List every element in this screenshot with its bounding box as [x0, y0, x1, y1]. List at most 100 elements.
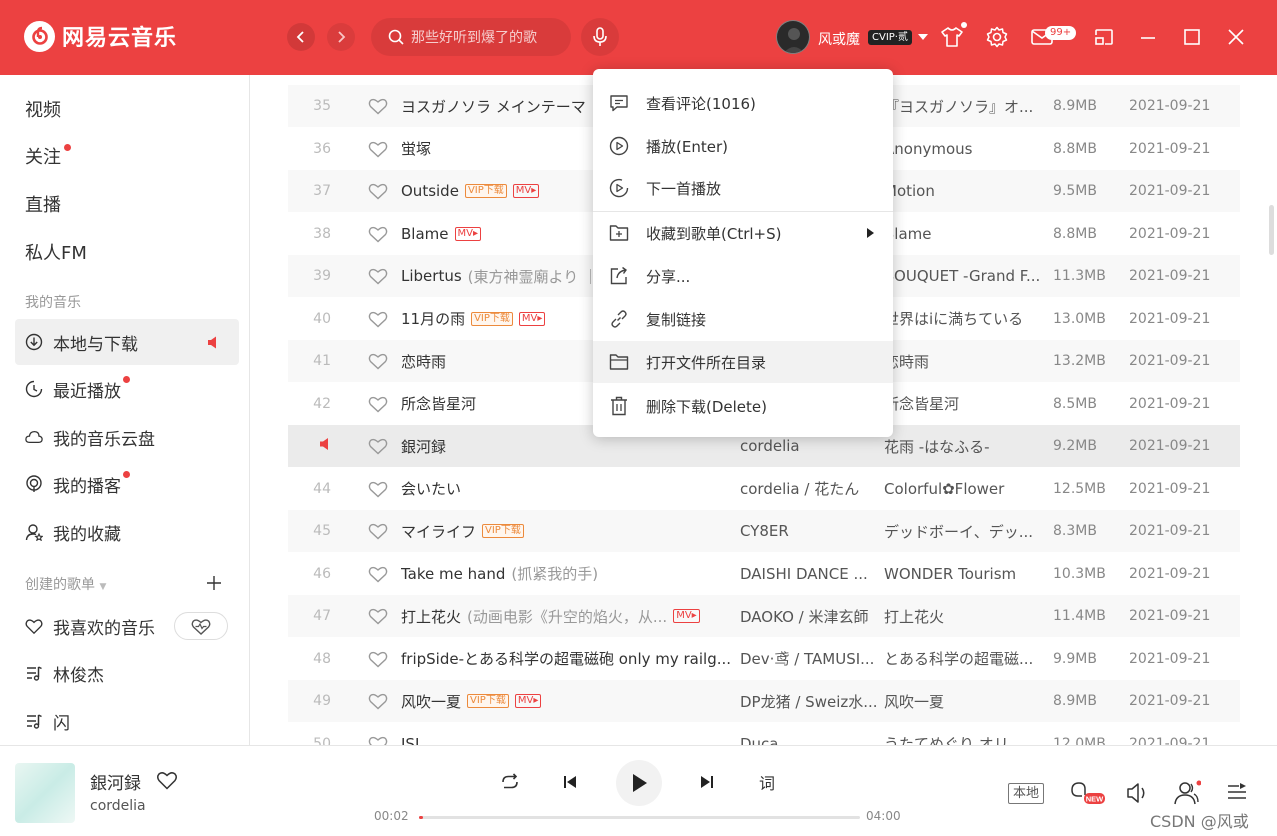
heart-icon[interactable]: [355, 225, 400, 243]
play-button[interactable]: [616, 760, 662, 806]
voice-search-button[interactable]: [581, 18, 619, 56]
sidebar-item-live[interactable]: 直播: [25, 191, 61, 217]
song-album[interactable]: とある科学の超電磁...: [884, 648, 1046, 669]
song-album[interactable]: BOUQUET -Grand F...: [884, 267, 1046, 285]
menu-item-collect[interactable]: 收藏到歌单(Ctrl+S): [593, 212, 893, 254]
scrollbar[interactable]: [1269, 205, 1274, 255]
heart-icon[interactable]: [355, 140, 400, 158]
song-artist[interactable]: cordelia: [740, 437, 878, 455]
heart-icon[interactable]: [355, 352, 400, 370]
heart-icon[interactable]: [355, 565, 400, 583]
song-album[interactable]: Anonymous: [884, 140, 1046, 158]
mv-tag[interactable]: MV▸: [518, 311, 546, 326]
song-album[interactable]: WONDER Tourism: [884, 565, 1046, 583]
mv-tag[interactable]: MV▸: [454, 226, 481, 241]
menu-item-open-folder[interactable]: 打开文件所在目录: [593, 341, 893, 383]
menu-item-copy-link[interactable]: 复制链接: [593, 298, 893, 340]
song-row[interactable]: 48 fripSide-とある科学の超電磁砲 only my railg... De…: [288, 638, 1240, 680]
heart-icon[interactable]: [355, 437, 400, 455]
heart-icon[interactable]: [355, 650, 400, 668]
song-album[interactable]: 恋時雨: [884, 351, 1046, 372]
user-avatar[interactable]: [776, 20, 810, 54]
volume-button[interactable]: [1126, 782, 1148, 808]
song-row[interactable]: 47 打上花火 (动画电影《升空的焰火，从... MV▸ DAOKO / 米津玄師 打上花…: [288, 595, 1240, 637]
progress-bar[interactable]: [419, 816, 860, 819]
previous-button[interactable]: [558, 770, 582, 794]
section-created-playlists[interactable]: 创建的歌单 ▼: [25, 574, 106, 594]
settings-button[interactable]: [985, 25, 1009, 49]
song-album[interactable]: Blame: [884, 225, 1046, 243]
skin-button[interactable]: [940, 22, 967, 49]
song-album[interactable]: 所念皆星河: [884, 393, 1046, 414]
song-row[interactable]: 45 マイライフ VIP下载 CY8ER デッドボーイ、デッ... 8.3MB 2021-0…: [288, 510, 1240, 552]
sidebar-item-cloud[interactable]: 我的音乐云盘: [15, 414, 239, 460]
playlist-item[interactable]: 林俊杰: [15, 650, 239, 696]
mv-tag[interactable]: MV▸: [514, 694, 542, 708]
forward-button[interactable]: [327, 23, 355, 51]
heart-icon[interactable]: [355, 97, 400, 115]
heart-icon[interactable]: [355, 480, 400, 498]
song-album[interactable]: 风吹一夏: [884, 691, 1046, 712]
song-row[interactable]: 49 风吹一夏 VIP下载 MV▸ DP龙猪 / Sweiz水... 风吹一夏 8.9MB 2…: [288, 680, 1240, 722]
heart-icon[interactable]: [355, 182, 400, 200]
listen-together-button[interactable]: [1173, 780, 1202, 810]
song-album[interactable]: 打上花火: [884, 606, 1046, 627]
like-button[interactable]: [156, 770, 178, 794]
song-album[interactable]: デッドボーイ、デッ...: [884, 521, 1046, 542]
sidebar-item-local-download[interactable]: 本地与下载: [15, 319, 239, 365]
heart-icon[interactable]: [355, 522, 400, 540]
vip-badge[interactable]: CVIP·贰: [868, 30, 912, 45]
menu-item-delete[interactable]: 删除下载(Delete): [593, 385, 893, 427]
close-button[interactable]: [1224, 25, 1248, 49]
add-playlist-button[interactable]: [206, 575, 222, 595]
menu-item-play[interactable]: 播放(Enter): [593, 125, 893, 167]
song-album[interactable]: Colorful✿Flower: [884, 480, 1046, 498]
heart-icon[interactable]: [355, 310, 400, 328]
sound-effect-button[interactable]: NEW: [1070, 780, 1106, 812]
mv-tag[interactable]: MV▸: [673, 609, 700, 623]
sidebar-item-podcast[interactable]: 我的播客: [15, 461, 239, 507]
sidebar-item-video[interactable]: 视频: [25, 96, 61, 122]
song-artist[interactable]: DP龙猪 / Sweiz水...: [740, 691, 878, 712]
song-row[interactable]: 50 ISL Duca うたてめぐり オリ... 12.0MB 2021-09-21: [288, 723, 1240, 746]
song-album[interactable]: Motion: [884, 182, 1046, 200]
song-album[interactable]: 世界はiに満ちている: [884, 308, 1046, 329]
search-input[interactable]: 那些好听到爆了的歌: [371, 18, 571, 56]
sidebar-item-favorites[interactable]: 我的收藏: [15, 509, 239, 555]
menu-item-comments[interactable]: 查看评论(1016): [593, 82, 893, 124]
now-playing-title[interactable]: 銀河録: [90, 769, 141, 794]
song-artist[interactable]: Duca: [740, 735, 878, 746]
sidebar-item-recent[interactable]: 最近播放: [15, 366, 239, 412]
song-artist[interactable]: cordelia / 花たん: [740, 478, 878, 499]
heart-icon[interactable]: [355, 735, 400, 745]
minimize-button[interactable]: [1136, 25, 1160, 49]
mini-mode-button[interactable]: [1092, 25, 1116, 49]
heartbeat-mode-button[interactable]: [174, 612, 228, 640]
album-cover[interactable]: [15, 763, 75, 823]
heart-icon[interactable]: [355, 267, 400, 285]
song-artist[interactable]: DAISHI DANCE ...: [740, 565, 878, 583]
playlist-liked[interactable]: 我喜欢的音乐: [15, 603, 239, 649]
song-album[interactable]: うたてめぐり オリ...: [884, 733, 1046, 745]
menu-item-share[interactable]: 分享...: [593, 255, 893, 297]
heart-icon[interactable]: [355, 692, 400, 710]
playlist-item[interactable]: 闪: [15, 698, 239, 744]
local-source-tag[interactable]: 本地: [1008, 783, 1045, 804]
song-row[interactable]: 46 Take me hand (抓紧我的手) DAISHI DANCE ... WON…: [288, 553, 1240, 595]
next-button[interactable]: [695, 770, 719, 794]
maximize-button[interactable]: [1180, 25, 1204, 49]
username[interactable]: 风或魔: [818, 29, 860, 49]
song-artist[interactable]: Dev·鸢 / TAMUSI...: [740, 648, 878, 669]
song-artist[interactable]: CY8ER: [740, 522, 878, 540]
song-album[interactable]: 『ヨスガノソラ』オ...: [884, 96, 1046, 117]
sidebar-item-fm[interactable]: 私人FM: [25, 239, 87, 265]
song-row[interactable]: 44 会いたい cordelia / 花たん Colorful✿Flower 12.5M…: [288, 468, 1240, 510]
playlist-button[interactable]: [1226, 782, 1248, 808]
menu-item-play-next[interactable]: 下一首播放: [593, 167, 893, 209]
back-button[interactable]: [287, 23, 315, 51]
heart-icon[interactable]: [355, 395, 400, 413]
mv-tag[interactable]: MV▸: [512, 184, 540, 198]
play-mode-button[interactable]: [498, 770, 522, 794]
song-album[interactable]: 花雨 -はなふる-: [884, 436, 1046, 457]
lyrics-button[interactable]: 词: [755, 770, 779, 794]
